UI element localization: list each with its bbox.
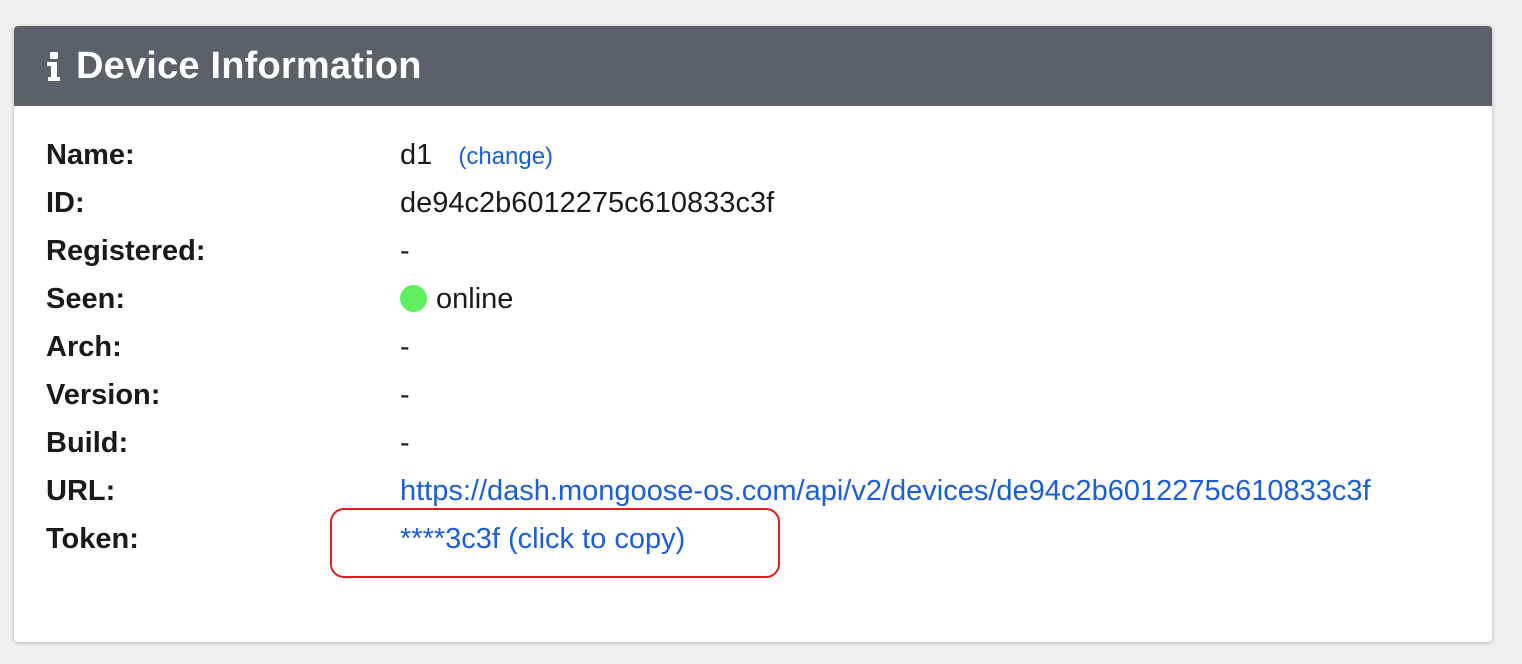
panel-title: Device Information xyxy=(76,44,422,87)
field-row-build: Build: - xyxy=(46,419,1472,467)
field-row-name: Name: d1 (change) xyxy=(46,131,1472,179)
change-name-link[interactable]: (change) xyxy=(458,143,553,170)
version-value: - xyxy=(400,379,410,411)
device-info-panel: Device Information Name: d1 (change) ID:… xyxy=(14,26,1492,642)
info-icon xyxy=(44,49,64,83)
seen-value: online xyxy=(436,283,514,315)
token-label: Token: xyxy=(46,523,139,555)
seen-label: Seen: xyxy=(46,283,125,315)
name-value-cell: d1 (change) xyxy=(400,131,1462,181)
id-label: ID: xyxy=(46,187,85,219)
name-value: d1 xyxy=(400,139,433,171)
registered-value: - xyxy=(400,235,410,267)
arch-value: - xyxy=(400,331,410,363)
field-row-registered: Registered: - xyxy=(46,227,1472,275)
build-label: Build: xyxy=(46,427,129,459)
device-fields: Name: d1 (change) ID: de94c2b6012275c610… xyxy=(46,131,1472,563)
field-row-arch: Arch: - xyxy=(46,323,1472,371)
field-row-version: Version: - xyxy=(46,371,1472,419)
registered-label: Registered: xyxy=(46,235,206,267)
build-value: - xyxy=(400,427,410,459)
arch-label: Arch: xyxy=(46,331,122,363)
version-label: Version: xyxy=(46,379,161,411)
seen-value-cell: online xyxy=(400,275,1462,323)
name-label: Name: xyxy=(46,139,135,171)
id-value: de94c2b6012275c610833c3f xyxy=(400,187,775,219)
copy-token-link[interactable]: ****3c3f (click to copy) xyxy=(400,515,1462,563)
panel-header: Device Information xyxy=(14,26,1492,106)
field-row-id: ID: de94c2b6012275c610833c3f xyxy=(46,179,1472,227)
field-row-seen: Seen: online xyxy=(46,275,1472,323)
online-status-dot-icon xyxy=(400,285,427,312)
device-url-link[interactable]: https://dash.mongoose-os.com/api/v2/devi… xyxy=(400,467,1462,515)
url-label: URL: xyxy=(46,475,116,507)
field-row-url: URL: https://dash.mongoose-os.com/api/v2… xyxy=(46,467,1472,515)
field-row-token: Token: ****3c3f (click to copy) xyxy=(46,515,1472,563)
